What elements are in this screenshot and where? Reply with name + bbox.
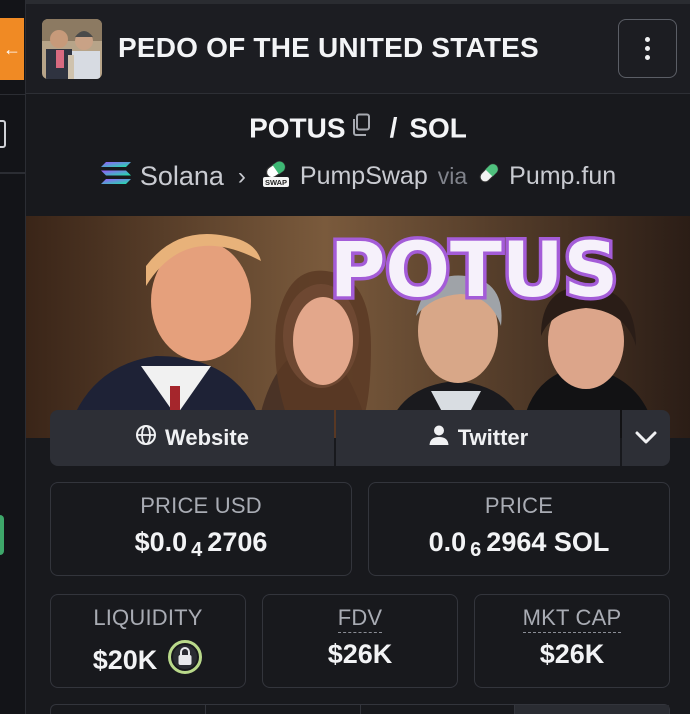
quote-symbol: SOL (409, 112, 467, 144)
divider (0, 172, 26, 174)
chevron-right-icon: › (237, 162, 246, 190)
arrow-left-icon: ← (3, 38, 21, 59)
liquidity-card: LIQUIDITY $20K (50, 594, 246, 688)
tab[interactable] (515, 705, 669, 714)
token-avatar (42, 19, 102, 79)
base-symbol: POTUS (249, 112, 346, 144)
user-icon (428, 424, 450, 452)
market-cap-card: MKT CAP $26K (474, 594, 670, 688)
token-panel: PEDO OF THE UNITED STATES POTUS / SOL Sola… (26, 0, 690, 714)
tab[interactable] (51, 705, 206, 714)
price-usd-value: $0.0 4 2706 (134, 527, 268, 561)
solana-icon (100, 160, 132, 193)
pair-separator: / (389, 112, 398, 144)
left-app-strip: ← (0, 0, 26, 714)
price-native-label: PRICE (484, 493, 554, 518)
price-usd-label: PRICE USD (140, 493, 262, 518)
market-cap-label[interactable]: MKT CAP (475, 605, 669, 633)
tab[interactable] (361, 705, 516, 714)
price-native-card: PRICE 0.0 6 2964 SOL (368, 482, 670, 576)
via-label: via (437, 163, 468, 189)
token-header: PEDO OF THE UNITED STATES (26, 4, 690, 94)
fdv-label[interactable]: FDV (263, 605, 457, 633)
banner-title: POTUS (330, 225, 619, 314)
pumpswap-icon: SWAP (260, 158, 292, 195)
more-options-button[interactable] (618, 19, 677, 78)
social-links: Website Twitter (50, 410, 670, 466)
collapse-button[interactable]: ← (0, 18, 24, 80)
website-label: Website (165, 425, 249, 450)
token-name: PEDO OF THE UNITED STATES (118, 32, 539, 63)
globe-icon (135, 424, 157, 452)
status-indicator (0, 515, 4, 555)
pumpfun-pill-icon (477, 161, 501, 192)
svg-text:SWAP: SWAP (265, 178, 287, 187)
price-native-value: 0.0 6 2964 SOL (428, 527, 610, 561)
divider (0, 94, 26, 95)
chevron-down-icon (635, 425, 657, 451)
chain-link[interactable]: Solana (140, 161, 224, 192)
lock-icon[interactable] (167, 639, 203, 682)
copy-icon[interactable] (350, 112, 372, 144)
panel-toggle-icon[interactable] (0, 120, 6, 148)
more-links-button[interactable] (622, 410, 670, 466)
fdv-value: $26K (327, 639, 393, 669)
timeframe-tabs (50, 704, 670, 714)
chain-breadcrumb: Solana › SWAP PumpSwap via Pump.fun (26, 158, 690, 195)
twitter-button[interactable]: Twitter (336, 410, 620, 466)
pair-title: POTUS / SOL (26, 112, 690, 148)
liquidity-value: $20K (51, 639, 245, 685)
price-usd-card: PRICE USD $0.0 4 2706 (50, 482, 352, 576)
twitter-label: Twitter (457, 425, 529, 450)
more-vertical-icon (645, 37, 650, 42)
token-banner-image: POTUS (26, 216, 690, 438)
website-button[interactable]: Website (50, 410, 334, 466)
liquidity-label: LIQUIDITY (93, 605, 203, 630)
launchpad-link[interactable]: Pump.fun (509, 162, 616, 191)
tab[interactable] (206, 705, 361, 714)
market-cap-value: $26K (539, 639, 605, 669)
dex-link[interactable]: PumpSwap (300, 162, 428, 191)
fdv-card: FDV $26K (262, 594, 458, 688)
